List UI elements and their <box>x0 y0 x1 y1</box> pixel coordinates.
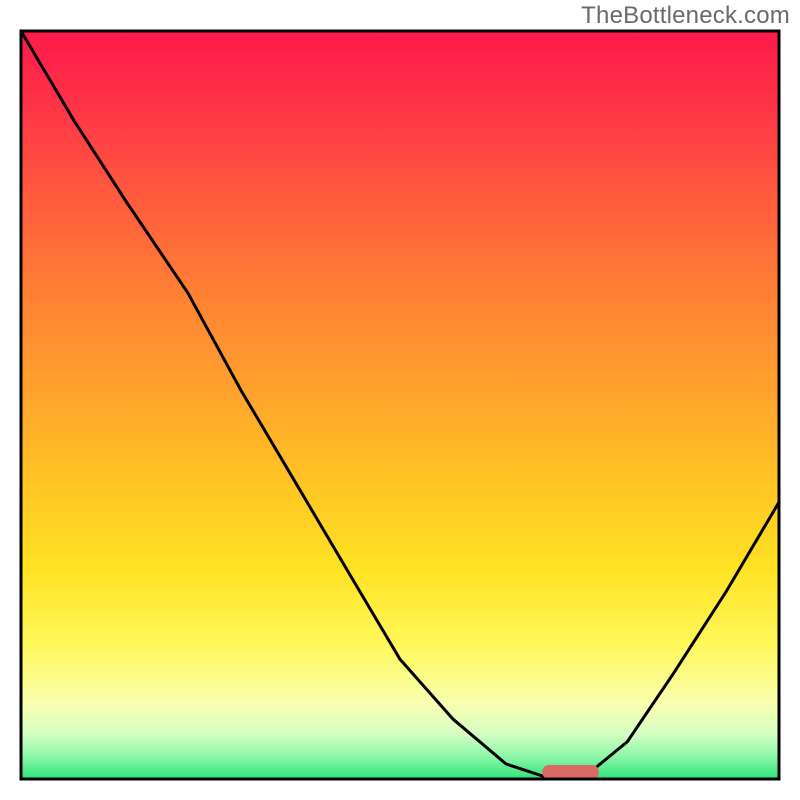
chart-svg <box>0 0 800 800</box>
watermark-label: TheBottleneck.com <box>581 2 790 30</box>
bottleneck-chart: TheBottleneck.com <box>0 0 800 800</box>
optimal-marker-pill <box>542 765 599 779</box>
plot-background <box>21 31 779 779</box>
optimal-marker <box>542 765 599 779</box>
